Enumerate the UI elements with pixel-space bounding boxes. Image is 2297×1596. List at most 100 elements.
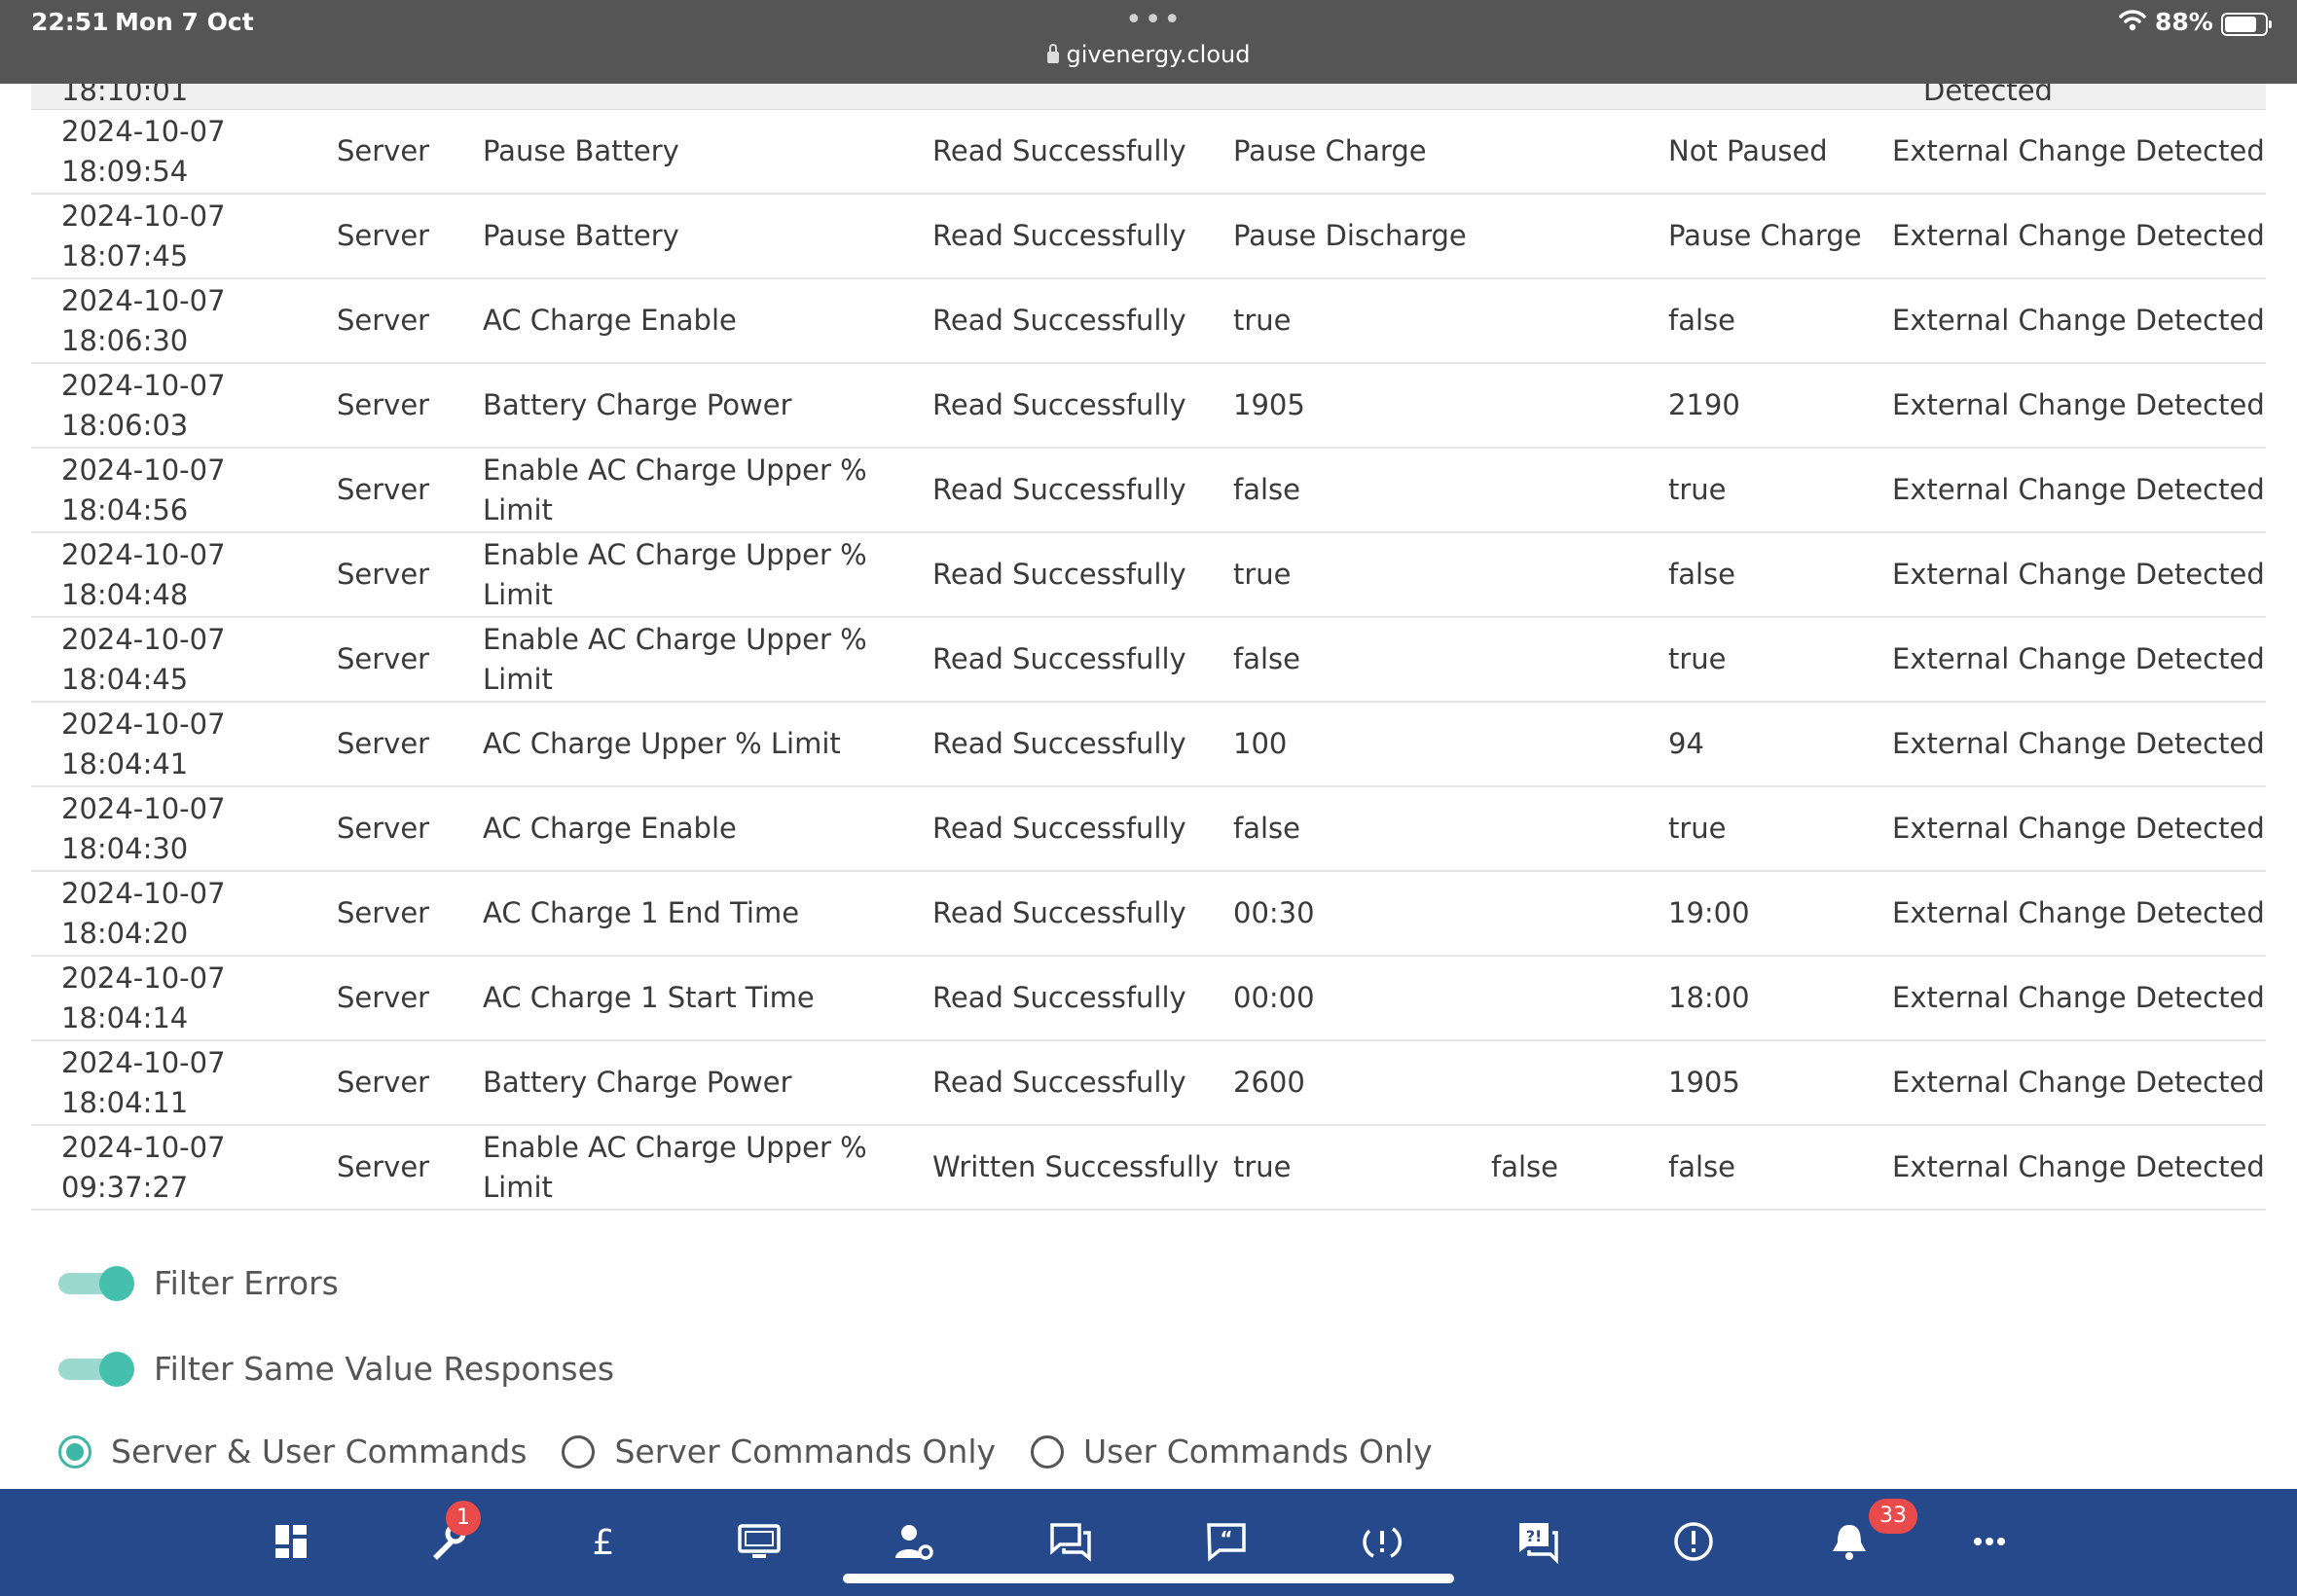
dashboard-icon	[275, 1525, 307, 1558]
command-source-radio-group: Server & User Commands Server Commands O…	[58, 1433, 1468, 1470]
status-text: Read Successfully	[932, 219, 1186, 252]
outcome-cell: External Change Detected	[1892, 110, 2266, 195]
time-text: 18:04:11	[61, 1085, 189, 1119]
setting-text: Battery Charge Power	[483, 388, 792, 421]
nav-faq[interactable]: ?!	[1509, 1512, 1567, 1571]
source-cell: Server	[337, 1125, 483, 1211]
source-cell: Server	[337, 448, 483, 533]
outcome-cell: External Change Detected	[1892, 194, 2266, 279]
requested-value-cell	[1491, 363, 1668, 449]
nav-dashboard[interactable]	[263, 1512, 321, 1571]
svg-text:“: “	[1220, 1527, 1232, 1550]
status-text: Read Successfully	[932, 896, 1186, 929]
nav-account-settings[interactable]	[886, 1512, 944, 1571]
date-text: 2024-10-07	[61, 114, 226, 148]
setting-cell: Enable AC Charge Upper % Limit	[483, 448, 932, 533]
date-text: 2024-10-07	[61, 876, 226, 910]
source-cell: Server	[337, 617, 483, 703]
table-row: 2024-10-07 18:04:45 Server Enable AC Charge…	[31, 617, 2266, 703]
requested-value-cell	[1491, 110, 1668, 195]
table-row: 2024-10-07 18:04:56 Server Enable AC Charge…	[31, 448, 2266, 533]
time-text: 18:04:56	[61, 492, 189, 526]
time-text: 18:04:45	[61, 662, 189, 696]
time-text: 18:04:20	[61, 916, 189, 950]
setting-text: Pause Battery	[483, 219, 679, 252]
radio-button[interactable]	[1031, 1434, 1065, 1469]
requested-value-cell	[1491, 786, 1668, 872]
old-value-text: Pause Charge	[1233, 134, 1427, 167]
nav-remote-control[interactable]	[730, 1512, 788, 1571]
old-value-cell: 00:00	[1233, 956, 1491, 1041]
tab-menu-dots-icon[interactable]: •••	[1125, 3, 1183, 37]
timestamp-cell: 2024-10-07 18:04:48	[31, 532, 337, 618]
notifications-badge: 33	[1869, 1499, 1917, 1534]
nav-tools[interactable]: 1	[419, 1501, 481, 1571]
status-cell: Read Successfully	[932, 702, 1233, 787]
table-row: 2024-10-07 09:37:27 Server Enable AC Charge…	[31, 1125, 2266, 1211]
pound-icon: £	[593, 1523, 615, 1563]
home-indicator[interactable]	[843, 1574, 1454, 1583]
radio-label: User Commands Only	[1083, 1433, 1433, 1470]
requested-value-cell: false	[1491, 1125, 1668, 1211]
partial-row-outcome: Detected	[1923, 84, 2053, 107]
setting-text: Enable AC Charge Upper % Limit	[483, 537, 867, 611]
filter-errors-toggle[interactable]	[58, 1265, 134, 1301]
nav-more[interactable]	[1960, 1512, 2019, 1571]
setting-cell: AC Charge Upper % Limit	[483, 702, 932, 787]
date-text: 2024-10-07	[61, 537, 226, 571]
wifi-icon	[2119, 10, 2146, 31]
new-value-text: true	[1668, 812, 1727, 845]
nav-sync-status[interactable]	[1353, 1512, 1411, 1571]
outcome-cell: External Change Detected	[1892, 871, 2266, 957]
new-value-text: false	[1668, 558, 1735, 591]
status-cell: Read Successfully	[932, 363, 1233, 449]
old-value-cell: 2600	[1233, 1040, 1491, 1126]
old-value-text: false	[1233, 473, 1300, 506]
nav-notifications[interactable]: 33	[1820, 1499, 1917, 1571]
table-row: 2024-10-07 18:09:54 Server Pause Battery Rea…	[31, 110, 2266, 195]
requested-value-cell	[1491, 448, 1668, 533]
outcome-cell: External Change Detected	[1892, 956, 2266, 1041]
nav-messages[interactable]	[1041, 1512, 1100, 1571]
radio-user-only[interactable]: User Commands Only	[1031, 1433, 1433, 1470]
battery-icon	[2221, 13, 2272, 36]
time-text: 18:04:48	[61, 577, 189, 611]
more-icon	[1974, 1538, 2005, 1545]
time-text: 18:06:03	[61, 408, 189, 442]
new-value-cell: false	[1668, 278, 1892, 364]
old-value-text: 00:00	[1233, 981, 1315, 1014]
radio-server-and-user[interactable]: Server & User Commands	[58, 1433, 527, 1470]
table-row: 2024-10-07 18:04:20 Server AC Charge 1 End …	[31, 871, 2266, 957]
setting-cell: Battery Charge Power	[483, 363, 932, 449]
url-bar[interactable]: givenergy.cloud	[0, 41, 2297, 68]
radio-server-only[interactable]: Server Commands Only	[562, 1433, 996, 1470]
outcome-text: External Change Detected	[1892, 1066, 2265, 1099]
requested-value-cell	[1491, 617, 1668, 703]
setting-cell: Enable AC Charge Upper % Limit	[483, 617, 932, 703]
status-cell: Read Successfully	[932, 448, 1233, 533]
filter-same-value-toggle[interactable]	[58, 1351, 134, 1387]
setting-text: AC Charge Upper % Limit	[483, 727, 841, 760]
date-text: 2024-10-07	[61, 791, 226, 825]
old-value-text: 00:30	[1233, 896, 1315, 929]
old-value-cell: true	[1233, 1125, 1491, 1211]
svg-text:?!: ?!	[1526, 1527, 1543, 1545]
source-text: Server	[337, 727, 430, 760]
setting-text: Pause Battery	[483, 134, 679, 167]
status-text: Read Successfully	[932, 812, 1186, 845]
old-value-text: 1905	[1233, 388, 1305, 421]
nav-feedback[interactable]: “	[1197, 1512, 1256, 1571]
nav-tariff[interactable]: £	[574, 1512, 633, 1571]
old-value-cell: false	[1233, 786, 1491, 872]
outcome-text: External Change Detected	[1892, 219, 2265, 252]
requested-value-cell	[1491, 1040, 1668, 1126]
source-cell: Server	[337, 956, 483, 1041]
radio-button-selected[interactable]	[58, 1434, 91, 1469]
radio-button[interactable]	[562, 1434, 596, 1469]
status-text: Read Successfully	[932, 727, 1186, 760]
new-value-text: true	[1668, 642, 1727, 675]
new-value-cell: 19:00	[1668, 871, 1892, 957]
source-text: Server	[337, 473, 430, 506]
source-cell: Server	[337, 702, 483, 787]
nav-alerts[interactable]	[1664, 1512, 1723, 1571]
